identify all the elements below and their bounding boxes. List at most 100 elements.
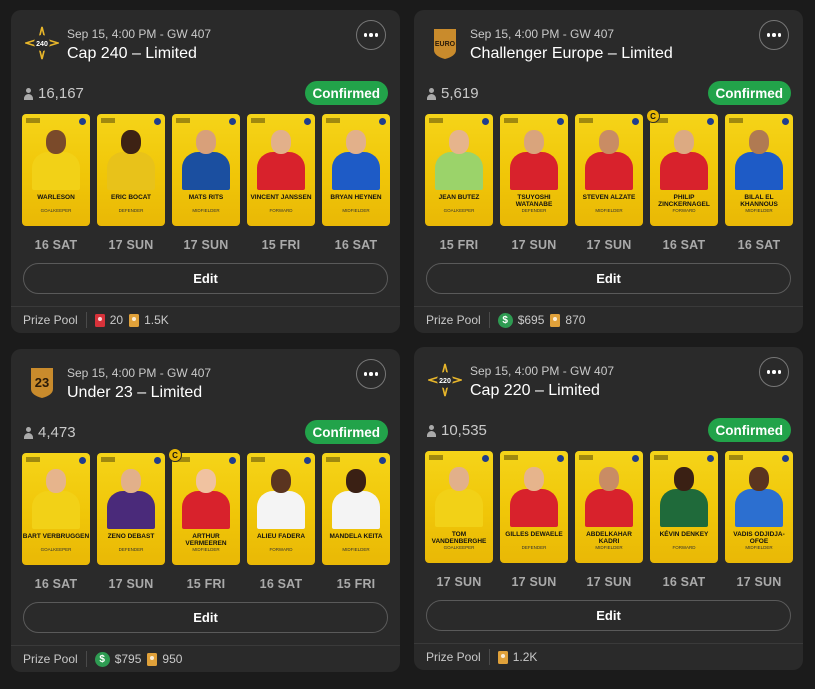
player-card[interactable]: Steven Alzate Midfielder bbox=[575, 114, 643, 226]
more-options-button[interactable] bbox=[759, 357, 789, 387]
lineup-card: 23 Sep 15, 4:00 PM - GW 407 Under 23 – Lim… bbox=[11, 349, 400, 672]
badge-label: 240 bbox=[36, 41, 48, 48]
game-day: 16 SAT bbox=[34, 238, 78, 252]
lineup-card: 240 Sep 15, 4:00 PM - GW 407 Cap 240 – Lim… bbox=[11, 10, 400, 333]
club-badge-icon bbox=[229, 457, 236, 464]
player-card[interactable]: Kévin Denkey Forward bbox=[650, 451, 718, 563]
player-card[interactable]: Eric Bocat Defender bbox=[97, 114, 165, 226]
player-kit bbox=[257, 152, 305, 190]
player-card[interactable]: Bart Verbruggen Goalkeeper bbox=[22, 453, 90, 565]
more-dot bbox=[772, 370, 776, 374]
club-badge-icon bbox=[79, 118, 86, 125]
player-card[interactable]: Vadis Odjidja-Ofoe Midfielder bbox=[725, 451, 793, 563]
lineup-card-body: 23 Sep 15, 4:00 PM - GW 407 Under 23 – Lim… bbox=[11, 349, 400, 672]
club-badge-icon bbox=[557, 118, 564, 125]
player-photo bbox=[255, 128, 307, 190]
footer-divider bbox=[11, 645, 400, 646]
game-day: 17 SUN bbox=[586, 575, 632, 589]
card-season-tag bbox=[504, 118, 518, 123]
player-name: Steven Alzate bbox=[582, 194, 636, 201]
player-card[interactable]: Tsuyoshi Watanabe Defender bbox=[500, 114, 568, 226]
player-position: Defender bbox=[118, 547, 144, 552]
player-name: Bart Verbruggen bbox=[22, 533, 90, 540]
player-head bbox=[196, 469, 216, 493]
player-kit bbox=[660, 152, 708, 190]
prize-pool-label: Prize Pool bbox=[23, 652, 78, 666]
player-head bbox=[271, 130, 291, 154]
player-card[interactable]: Abdelkahar Kadri Midfielder bbox=[575, 451, 643, 563]
more-dot bbox=[374, 372, 379, 376]
status-badge: Confirmed bbox=[304, 420, 388, 444]
player-card[interactable]: Tom Vandenberghe Goalkeeper bbox=[425, 451, 493, 563]
player-photo bbox=[30, 467, 82, 529]
prize-pool: Prize Pool 20 1.5K bbox=[23, 312, 175, 328]
player-head bbox=[449, 130, 469, 154]
card-season-tag bbox=[326, 118, 340, 123]
prize-divider bbox=[85, 312, 87, 328]
player-photo bbox=[180, 128, 232, 190]
player-kit bbox=[32, 491, 80, 529]
player-kit bbox=[510, 489, 558, 527]
player-head bbox=[346, 469, 366, 493]
player-card[interactable]: Vincent Janssen Forward bbox=[247, 114, 315, 226]
more-options-button[interactable] bbox=[356, 20, 386, 50]
more-dot bbox=[777, 33, 782, 37]
player-photo bbox=[433, 465, 485, 527]
player-head bbox=[196, 130, 216, 154]
player-name: Jean Butez bbox=[438, 194, 480, 201]
more-dots-icon bbox=[766, 370, 771, 374]
player-head bbox=[121, 469, 141, 493]
player-position: Midfielder bbox=[745, 208, 773, 213]
game-days: 16 SAT 17 SUN 17 SUN 15 FRI 16 SAT bbox=[22, 238, 390, 252]
player-position: Defender bbox=[521, 208, 547, 213]
club-badge-icon bbox=[304, 457, 311, 464]
player-name: Mandela Keita bbox=[329, 533, 383, 540]
card-season-tag bbox=[729, 118, 743, 123]
game-day: 17 SUN bbox=[108, 238, 154, 252]
card-season-tag bbox=[729, 455, 743, 460]
player-card[interactable]: Arthur Vermeeren Midfielder bbox=[172, 453, 240, 565]
player-photo bbox=[508, 128, 560, 190]
edit-button[interactable]: Edit bbox=[426, 263, 791, 294]
player-card[interactable]: Jean Butez Goalkeeper bbox=[425, 114, 493, 226]
club-badge-icon bbox=[482, 118, 489, 125]
entries-value: 10,535 bbox=[441, 422, 487, 439]
game-day: 17 SUN bbox=[586, 238, 632, 252]
player-card[interactable]: Philip Zinckernagel Forward bbox=[650, 114, 718, 226]
edit-button[interactable]: Edit bbox=[23, 263, 388, 294]
club-badge-icon bbox=[707, 118, 714, 125]
player-card[interactable]: Mandela Keita Midfielder bbox=[322, 453, 390, 565]
player-position: Goalkeeper bbox=[40, 547, 72, 552]
edit-button[interactable]: Edit bbox=[23, 602, 388, 633]
player-card[interactable]: Mats Rits Midfielder bbox=[172, 114, 240, 226]
cap-240-star-icon: 240 bbox=[23, 26, 61, 60]
reward-value: 20 bbox=[109, 313, 124, 327]
footer-divider bbox=[414, 306, 803, 307]
edit-button[interactable]: Edit bbox=[426, 600, 791, 631]
game-days: 17 SUN 17 SUN 17 SUN 16 SAT 17 SUN bbox=[425, 575, 793, 589]
reward-value: 870 bbox=[565, 313, 586, 327]
player-kit bbox=[735, 152, 783, 190]
user-icon bbox=[426, 424, 437, 437]
player-kit bbox=[585, 152, 633, 190]
player-card[interactable]: Gilles Dewaele Defender bbox=[500, 451, 568, 563]
card-season-tag bbox=[101, 118, 115, 123]
player-card[interactable]: Bryan Heynen Midfielder bbox=[322, 114, 390, 226]
player-position: Midfielder bbox=[342, 208, 370, 213]
player-card[interactable]: Zeno Debast Defender bbox=[97, 453, 165, 565]
more-options-button[interactable] bbox=[759, 20, 789, 50]
player-kit bbox=[182, 491, 230, 529]
more-dot bbox=[777, 370, 782, 374]
game-day: 16 SAT bbox=[334, 238, 378, 252]
reward-value: 1.2K bbox=[512, 650, 538, 664]
more-options-button[interactable] bbox=[356, 359, 386, 389]
player-card[interactable]: Warleson Goalkeeper bbox=[22, 114, 90, 226]
player-card[interactable]: Alieu Fadera Forward bbox=[247, 453, 315, 565]
player-cards: Tom Vandenberghe Goalkeeper Gilles Dewaele… bbox=[425, 451, 793, 563]
limited-card-icon bbox=[497, 650, 508, 664]
player-photo bbox=[433, 128, 485, 190]
player-position: Goalkeeper bbox=[443, 545, 475, 550]
player-card[interactable]: Bilal El Khannous Midfielder bbox=[725, 114, 793, 226]
cap-220-star-icon: 220 bbox=[426, 363, 464, 397]
player-position: Midfielder bbox=[745, 545, 773, 550]
